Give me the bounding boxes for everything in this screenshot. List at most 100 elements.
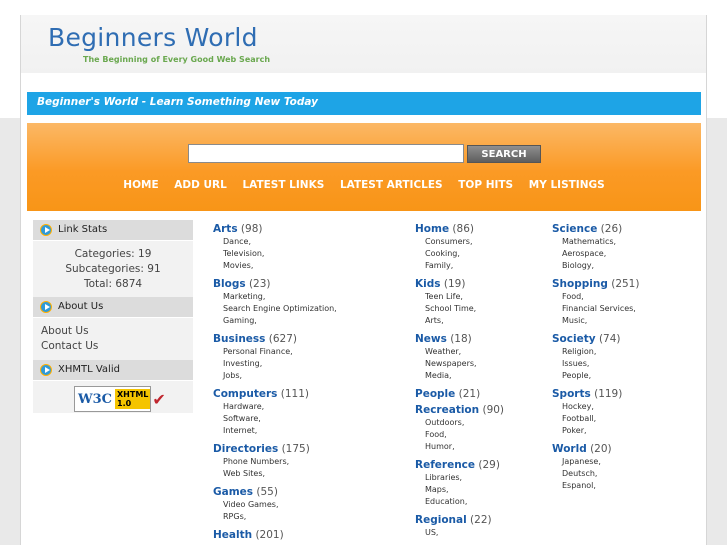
- site-logo-title[interactable]: Beginners World: [48, 23, 258, 52]
- nav-add-url[interactable]: ADD URL: [174, 179, 227, 191]
- category-link[interactable]: People: [415, 388, 455, 400]
- subcategory-link[interactable]: Family,: [415, 260, 504, 272]
- subcategory-link[interactable]: School Time,: [415, 303, 504, 315]
- category-block: World (20) Japanese, Deutsch, Espanol,: [552, 443, 639, 492]
- category-link[interactable]: Games: [213, 486, 253, 498]
- subcategory-link[interactable]: Television,: [213, 248, 337, 260]
- subcategory-link[interactable]: Music,: [552, 315, 639, 327]
- subcategory-link[interactable]: Aerospace,: [552, 248, 639, 260]
- subcategory-link[interactable]: Software,: [213, 413, 337, 425]
- subcategory-link[interactable]: Movies,: [213, 260, 337, 272]
- category-title: Games (55): [213, 486, 337, 499]
- subcategory-link[interactable]: Consumers,: [415, 236, 504, 248]
- subcategory-link[interactable]: Dance,: [213, 236, 337, 248]
- category-link[interactable]: Computers: [213, 388, 277, 400]
- category-link[interactable]: Reference: [415, 459, 475, 471]
- subcategory-link[interactable]: Libraries,: [415, 472, 504, 484]
- nav-latest-articles[interactable]: LATEST ARTICLES: [340, 179, 443, 191]
- category-link[interactable]: Sports: [552, 388, 591, 400]
- subcategory-link[interactable]: Humor,: [415, 441, 504, 453]
- category-link[interactable]: Shopping: [552, 278, 608, 290]
- subcategory-link[interactable]: Espanol,: [552, 480, 639, 492]
- subcategory-link[interactable]: Video Games,: [213, 499, 337, 511]
- category-title: Home (86): [415, 223, 504, 236]
- subcategory-link[interactable]: Mathematics,: [552, 236, 639, 248]
- subcategory-link[interactable]: Weather,: [415, 346, 504, 358]
- nav-top-hits[interactable]: TOP HITS: [458, 179, 513, 191]
- nav-latest-links[interactable]: LATEST LINKS: [242, 179, 324, 191]
- subcategory-link[interactable]: Phone Numbers,: [213, 456, 337, 468]
- subcategory-link[interactable]: Cooking,: [415, 248, 504, 260]
- category-count: (251): [611, 278, 640, 290]
- category-link[interactable]: Directories: [213, 443, 278, 455]
- subcategory-link[interactable]: Outdoors,: [415, 417, 504, 429]
- subcategory-link[interactable]: Personal Finance,: [213, 346, 337, 358]
- subcategory-link[interactable]: Maps,: [415, 484, 504, 496]
- subcategory-link[interactable]: Issues,: [552, 358, 639, 370]
- subcategory-link[interactable]: Web Sites,: [213, 468, 337, 480]
- contact-us-link[interactable]: Contact Us: [41, 339, 185, 354]
- subcategory-link[interactable]: Hardware,: [213, 401, 337, 413]
- category-block: Shopping (251) Food, Financial Services, Mu…: [552, 278, 639, 327]
- subcategory-link[interactable]: Gaming,: [213, 315, 337, 327]
- xhtml-text: XHTML: [117, 390, 149, 399]
- category-link[interactable]: Society: [552, 333, 596, 345]
- subcategory-link[interactable]: Biology,: [552, 260, 639, 272]
- arrow-circle-icon: [40, 364, 52, 376]
- subcategory-link[interactable]: Investing,: [213, 358, 337, 370]
- xhtml-label: XHTML 1.0: [115, 389, 151, 409]
- subcategory-link[interactable]: Japanese,: [552, 456, 639, 468]
- site-header: Beginners World The Beginning of Every G…: [21, 15, 706, 73]
- search-input[interactable]: [188, 144, 464, 163]
- category-title: Arts (98): [213, 223, 337, 236]
- category-link[interactable]: News: [415, 333, 447, 345]
- subcategory-link[interactable]: Hockey,: [552, 401, 639, 413]
- subcategory-link[interactable]: Arts,: [415, 315, 504, 327]
- category-link[interactable]: Science: [552, 223, 597, 235]
- subcategory-link[interactable]: Newspapers,: [415, 358, 504, 370]
- category-link[interactable]: Home: [415, 223, 449, 235]
- category-column-2: Home (86) Consumers, Cooking, Family, Kids (…: [415, 223, 504, 545]
- category-link[interactable]: Recreation: [415, 404, 479, 416]
- subcategory-link[interactable]: US,: [415, 527, 504, 539]
- subcategory-link[interactable]: Deutsch,: [552, 468, 639, 480]
- category-link[interactable]: World: [552, 443, 587, 455]
- category-block: Health (201): [213, 529, 337, 542]
- nav-home[interactable]: HOME: [123, 179, 158, 191]
- category-title: Regional (22): [415, 514, 504, 527]
- category-count: (29): [478, 459, 500, 471]
- subcategory-link[interactable]: Search Engine Optimization,: [213, 303, 337, 315]
- search-nav-area: SEARCH HOME ADD URL LATEST LINKS LATEST …: [27, 123, 701, 211]
- subcategory-link[interactable]: Education,: [415, 496, 504, 508]
- subcategory-link[interactable]: Financial Services,: [552, 303, 639, 315]
- subcategory-link[interactable]: Food,: [552, 291, 639, 303]
- category-link[interactable]: Blogs: [213, 278, 246, 290]
- subcategory-link[interactable]: Internet,: [213, 425, 337, 437]
- subcategory-link[interactable]: Religion,: [552, 346, 639, 358]
- subcategory-link[interactable]: Poker,: [552, 425, 639, 437]
- category-link[interactable]: Business: [213, 333, 265, 345]
- about-us-link[interactable]: About Us: [41, 324, 185, 339]
- subcategory-link[interactable]: Media,: [415, 370, 504, 382]
- category-block: Computers (111) Hardware, Software, Interne…: [213, 388, 337, 437]
- subcategory-link[interactable]: Marketing,: [213, 291, 337, 303]
- site-tagline: The Beginning of Every Good Web Search: [83, 55, 271, 64]
- subcategory-link[interactable]: RPGs,: [213, 511, 337, 523]
- category-link[interactable]: Arts: [213, 223, 238, 235]
- category-block: Recreation (90) Outdoors, Food, Humor,: [415, 404, 504, 453]
- subcategory-link[interactable]: Jobs,: [213, 370, 337, 382]
- category-block: Business (627) Personal Finance, Investing…: [213, 333, 337, 382]
- category-count: (90): [482, 404, 505, 416]
- subcategory-link[interactable]: Food,: [415, 429, 504, 441]
- category-link[interactable]: Regional: [415, 514, 467, 526]
- subcategory-link[interactable]: Teen Life,: [415, 291, 504, 303]
- subcategory-link[interactable]: Football,: [552, 413, 639, 425]
- category-link[interactable]: Kids: [415, 278, 441, 290]
- category-link[interactable]: Health: [213, 529, 252, 541]
- nav-my-listings[interactable]: MY LISTINGS: [529, 179, 605, 191]
- w3c-xhtml-badge[interactable]: W3C XHTML 1.0 ✔: [74, 386, 166, 412]
- category-block: Games (55) Video Games, RPGs,: [213, 486, 337, 523]
- subcategory-link[interactable]: People,: [552, 370, 639, 382]
- search-button[interactable]: SEARCH: [467, 145, 541, 163]
- category-count: (21): [458, 388, 481, 400]
